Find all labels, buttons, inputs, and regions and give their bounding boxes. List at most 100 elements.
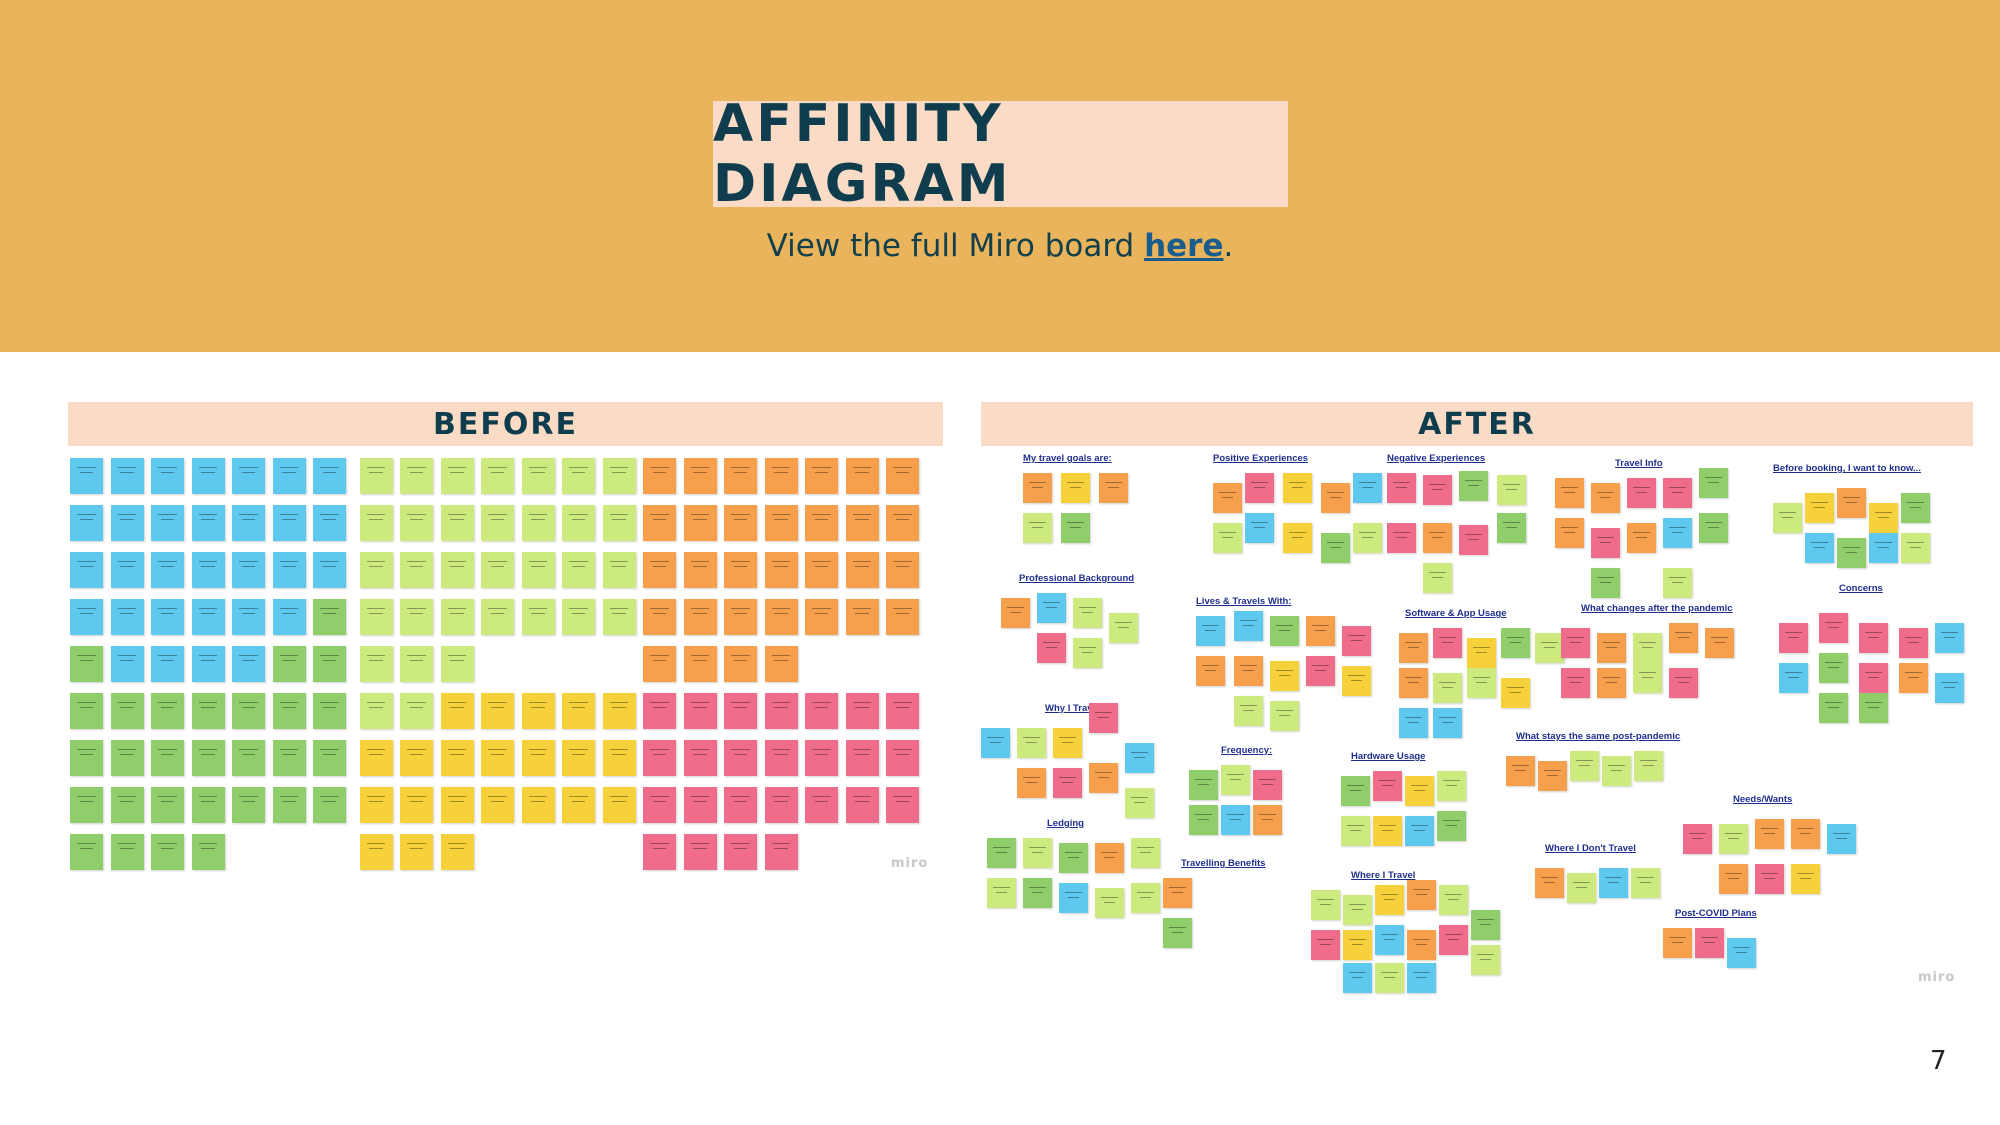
sticky-note[interactable] bbox=[272, 458, 306, 494]
sticky-note[interactable] bbox=[1837, 538, 1866, 568]
sticky-note[interactable] bbox=[1343, 930, 1372, 960]
sticky-note[interactable] bbox=[1037, 633, 1066, 663]
sticky-note[interactable] bbox=[1196, 616, 1225, 646]
sticky-note[interactable] bbox=[724, 599, 757, 635]
sticky-note[interactable] bbox=[724, 693, 757, 729]
sticky-note[interactable] bbox=[272, 505, 306, 541]
sticky-note[interactable] bbox=[987, 838, 1016, 868]
sticky-note[interactable] bbox=[481, 787, 514, 823]
sticky-note[interactable] bbox=[683, 599, 717, 635]
sticky-note[interactable] bbox=[70, 599, 103, 635]
sticky-note[interactable] bbox=[1433, 708, 1462, 738]
sticky-note[interactable] bbox=[1399, 668, 1428, 698]
sticky-note[interactable] bbox=[1627, 523, 1656, 553]
sticky-note[interactable] bbox=[764, 458, 798, 494]
sticky-note[interactable] bbox=[1125, 743, 1154, 773]
sticky-note[interactable] bbox=[440, 599, 474, 635]
sticky-note[interactable] bbox=[1073, 598, 1102, 628]
sticky-note[interactable] bbox=[70, 787, 103, 823]
sticky-note[interactable] bbox=[724, 646, 757, 682]
sticky-note[interactable] bbox=[1859, 663, 1888, 693]
sticky-note[interactable] bbox=[1163, 878, 1192, 908]
sticky-note[interactable] bbox=[886, 599, 919, 635]
sticky-note[interactable] bbox=[1017, 768, 1046, 798]
sticky-note[interactable] bbox=[764, 599, 798, 635]
sticky-note[interactable] bbox=[683, 740, 717, 776]
sticky-note[interactable] bbox=[1437, 811, 1466, 841]
sticky-note[interactable] bbox=[359, 599, 393, 635]
sticky-note[interactable] bbox=[1719, 864, 1748, 894]
sticky-note[interactable] bbox=[1061, 473, 1090, 503]
sticky-note[interactable] bbox=[1053, 768, 1082, 798]
sticky-note[interactable] bbox=[602, 458, 636, 494]
sticky-note[interactable] bbox=[191, 505, 225, 541]
sticky-note[interactable] bbox=[1375, 925, 1404, 955]
sticky-note[interactable] bbox=[272, 552, 306, 588]
sticky-note[interactable] bbox=[232, 787, 265, 823]
sticky-note[interactable] bbox=[1073, 638, 1102, 668]
sticky-note[interactable] bbox=[643, 693, 676, 729]
sticky-note[interactable] bbox=[1819, 613, 1848, 643]
sticky-note[interactable] bbox=[987, 878, 1016, 908]
sticky-note[interactable] bbox=[1245, 513, 1274, 543]
sticky-note[interactable] bbox=[1805, 533, 1834, 563]
sticky-note[interactable] bbox=[1253, 805, 1282, 835]
sticky-note[interactable] bbox=[1059, 843, 1088, 873]
sticky-note[interactable] bbox=[1669, 623, 1698, 653]
sticky-note[interactable] bbox=[562, 787, 595, 823]
sticky-note[interactable] bbox=[724, 787, 757, 823]
sticky-note[interactable] bbox=[683, 693, 717, 729]
sticky-note[interactable] bbox=[643, 834, 676, 870]
sticky-note[interactable] bbox=[1213, 523, 1242, 553]
sticky-note[interactable] bbox=[1663, 568, 1692, 598]
sticky-note[interactable] bbox=[1253, 770, 1282, 800]
sticky-note[interactable] bbox=[232, 740, 265, 776]
sticky-note[interactable] bbox=[232, 693, 265, 729]
sticky-note[interactable] bbox=[440, 505, 474, 541]
sticky-note[interactable] bbox=[1189, 805, 1218, 835]
sticky-note[interactable] bbox=[845, 505, 879, 541]
sticky-note[interactable] bbox=[1901, 493, 1930, 523]
sticky-note[interactable] bbox=[602, 505, 636, 541]
sticky-note[interactable] bbox=[1306, 616, 1335, 646]
sticky-note[interactable] bbox=[562, 693, 595, 729]
sticky-note[interactable] bbox=[1935, 623, 1964, 653]
sticky-note[interactable] bbox=[683, 458, 717, 494]
sticky-note[interactable] bbox=[764, 693, 798, 729]
sticky-note[interactable] bbox=[521, 458, 555, 494]
sticky-note[interactable] bbox=[110, 646, 144, 682]
sticky-note[interactable] bbox=[1634, 751, 1663, 781]
sticky-note[interactable] bbox=[764, 646, 798, 682]
sticky-note[interactable] bbox=[724, 740, 757, 776]
sticky-note[interactable] bbox=[1591, 528, 1620, 558]
sticky-note[interactable] bbox=[643, 458, 676, 494]
sticky-note[interactable] bbox=[886, 552, 919, 588]
sticky-note[interactable] bbox=[272, 787, 306, 823]
sticky-note[interactable] bbox=[440, 646, 474, 682]
sticky-note[interactable] bbox=[1819, 693, 1848, 723]
sticky-note[interactable] bbox=[643, 787, 676, 823]
sticky-note[interactable] bbox=[845, 740, 879, 776]
after-board[interactable]: miro My travel goals are: Positive Experi… bbox=[981, 448, 1973, 998]
sticky-note[interactable] bbox=[1901, 533, 1930, 563]
sticky-note[interactable] bbox=[232, 458, 265, 494]
sticky-note[interactable] bbox=[764, 505, 798, 541]
sticky-note[interactable] bbox=[886, 505, 919, 541]
sticky-note[interactable] bbox=[1471, 910, 1500, 940]
sticky-note[interactable] bbox=[1270, 701, 1299, 731]
sticky-note[interactable] bbox=[1837, 488, 1866, 518]
sticky-note[interactable] bbox=[643, 740, 676, 776]
sticky-note[interactable] bbox=[1627, 478, 1656, 508]
sticky-note[interactable] bbox=[1131, 838, 1160, 868]
sticky-note[interactable] bbox=[1567, 873, 1596, 903]
sticky-note[interactable] bbox=[1633, 663, 1662, 693]
sticky-note[interactable] bbox=[70, 834, 103, 870]
sticky-note[interactable] bbox=[1373, 816, 1402, 846]
sticky-note[interactable] bbox=[643, 552, 676, 588]
sticky-note[interactable] bbox=[151, 458, 184, 494]
sticky-note[interactable] bbox=[805, 552, 838, 588]
sticky-note[interactable] bbox=[110, 740, 144, 776]
sticky-note[interactable] bbox=[1779, 623, 1808, 653]
sticky-note[interactable] bbox=[805, 693, 838, 729]
sticky-note[interactable] bbox=[1727, 938, 1756, 968]
